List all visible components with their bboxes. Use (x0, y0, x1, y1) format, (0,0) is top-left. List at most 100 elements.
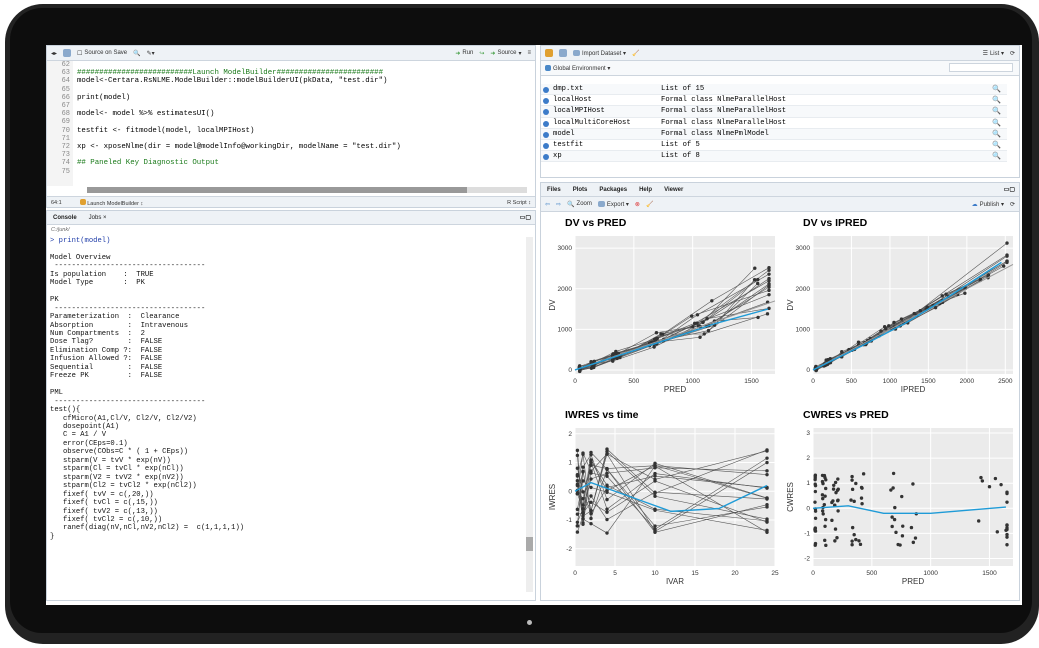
view-icon[interactable]: 🔍 (961, 84, 1001, 94)
env-name[interactable]: testfit (541, 141, 661, 150)
publish-button[interactable]: ☁ Publish ▾ (972, 201, 1004, 208)
console-line: Model Overview (50, 253, 111, 262)
minimize-icon[interactable]: ▭▢ (520, 214, 531, 221)
code-line[interactable] (77, 102, 401, 110)
data-point (824, 486, 828, 491)
code-area[interactable]: 62 63 64 65 66 67 68 69 70 71 72 73 74 75 ###########… (47, 61, 532, 186)
env-name[interactable]: dmp.txt (541, 85, 661, 94)
list-view-button[interactable]: ☰ List ▾ (983, 50, 1004, 57)
env-row[interactable]: model Formal class NlmePmlModel 🔍 (541, 128, 1007, 140)
code-line[interactable] (77, 135, 401, 143)
data-point (820, 473, 825, 478)
env-row[interactable]: xp List of 8 🔍 (541, 151, 1007, 163)
search-icon[interactable]: 🔍 (133, 50, 140, 57)
editor-hscroll[interactable] (87, 187, 527, 193)
console-scrollbar[interactable] (526, 237, 533, 592)
data-point (605, 517, 609, 522)
env-row[interactable]: localMPIHost Formal class NlmeParallelHos… (541, 106, 1007, 118)
view-icon[interactable]: 🔍 (961, 129, 1001, 139)
broom-icon[interactable]: 🧹 (632, 50, 639, 57)
console-line: Elimination Comp ?: FALSE (50, 346, 163, 355)
wand-icon[interactable]: ✎▾ (147, 50, 155, 57)
maximize-icon[interactable]: ▭▢ (1004, 186, 1015, 193)
file-type-selector[interactable]: R Script ↕ (507, 200, 531, 206)
code-line[interactable]: model<-Certara.RsNLME.ModelBuilder::mode… (77, 77, 401, 85)
refresh-plot-icon[interactable]: ⟳ (1010, 201, 1015, 208)
code-line[interactable]: xp <- xposeNlme(dir = model@modelInfo@wo… (77, 143, 401, 151)
data-point (900, 534, 905, 538)
save-icon[interactable] (63, 49, 72, 57)
line-number: 69 (61, 118, 70, 127)
view-icon[interactable]: 🔍 (961, 95, 1001, 105)
console-output[interactable]: > print(model) Model Overview ----------… (50, 237, 244, 541)
code-line[interactable]: ##########################Launch ModelBu… (77, 69, 401, 77)
data-point (605, 467, 609, 471)
data-point (752, 278, 757, 282)
code-line[interactable] (77, 151, 401, 159)
tab-packages[interactable]: Packages (597, 185, 629, 195)
code-line[interactable] (77, 168, 401, 176)
y-tick-label: -2 (804, 555, 810, 562)
line-number: 72 (61, 143, 70, 152)
view-icon[interactable]: 🔍 (961, 140, 1001, 150)
tab-files[interactable]: Files (545, 185, 563, 195)
data-point (653, 474, 657, 478)
view-icon[interactable]: 🔍 (961, 118, 1001, 128)
code-line[interactable]: model<- model %>% estimatesUI() (77, 110, 401, 118)
save-workspace-icon[interactable] (559, 49, 567, 57)
data-point (581, 451, 585, 455)
env-row[interactable]: testfit List of 5 🔍 (541, 140, 1007, 152)
tab-help[interactable]: Help (637, 185, 654, 195)
menu-icon[interactable]: ≡ (527, 50, 531, 56)
env-name[interactable]: localMultiCoreHost (541, 119, 661, 127)
code-line[interactable]: testfit <- fitmodel(model, localMPIHost) (77, 127, 401, 135)
rerun-icon[interactable]: ↪ (479, 50, 484, 57)
import-dataset-button[interactable]: Import Dataset ▾ (573, 50, 626, 57)
tab-viewer[interactable]: Viewer (662, 185, 685, 195)
x-axis-label: PRED (664, 385, 686, 394)
env-row[interactable]: dmp.txt List of 15 🔍 (541, 84, 1007, 96)
code-line[interactable]: print(model) (77, 94, 401, 102)
code-line[interactable] (77, 86, 401, 94)
data-point (589, 471, 593, 475)
scope-selector[interactable]: Launch ModelBuilder ↕ (79, 198, 143, 207)
env-search-input[interactable] (949, 63, 1013, 72)
x-tick-label: 1500 (982, 570, 997, 577)
tab-jobs[interactable]: Jobs × (87, 213, 109, 223)
zoom-button[interactable]: 🔍 Zoom (567, 201, 592, 208)
next-plot-icon[interactable]: ⇨ (556, 201, 561, 208)
global-env-selector[interactable]: Global Environment ▾ (545, 65, 610, 72)
tab-plots[interactable]: Plots (571, 185, 590, 195)
env-name[interactable]: xp (541, 152, 661, 161)
prev-plot-icon[interactable]: ⇦ (545, 201, 550, 208)
data-point (833, 480, 838, 485)
data-point (1005, 526, 1009, 530)
export-button[interactable]: Export ▾ (597, 201, 629, 208)
env-row[interactable]: localHost Formal class NlmeParallelHost 🔍 (541, 95, 1007, 107)
code-line[interactable] (77, 61, 401, 69)
env-name[interactable]: model (541, 130, 661, 138)
env-row[interactable]: localMultiCoreHost Formal class NlmeParal… (541, 118, 1007, 129)
data-point (1005, 490, 1009, 494)
editor-toolbar: ◂▸ ☐ Source on Save 🔍 ✎▾ ➜ Run ↪ ➜ Source ▾… (47, 46, 535, 61)
tab-console[interactable]: Console (51, 213, 79, 223)
clear-plots-icon[interactable]: 🧹 (646, 201, 653, 208)
env-name[interactable]: localHost (541, 96, 661, 105)
view-icon[interactable]: 🔍 (961, 106, 1001, 116)
env-name[interactable]: localMPIHost (541, 107, 661, 116)
data-point (854, 537, 858, 542)
source-on-save-toggle[interactable]: ☐ Source on Save (77, 50, 127, 57)
run-button[interactable]: ➜ Run (455, 50, 473, 57)
refresh-icon[interactable]: ⟳ (1010, 50, 1015, 57)
back-icon[interactable]: ◂▸ (51, 50, 57, 57)
code-lines[interactable]: ##########################Launch ModelBu… (77, 61, 401, 176)
code-line[interactable] (77, 118, 401, 126)
delete-plot-icon[interactable]: ⊗ (635, 201, 640, 208)
data-point (987, 485, 992, 489)
source-button[interactable]: ➜ Source ▾ (490, 50, 521, 57)
code-line[interactable]: ## Paneled Key Diagnostic Output (77, 159, 401, 167)
view-icon[interactable]: 🔍 (961, 151, 1001, 161)
open-icon[interactable] (545, 49, 553, 57)
data-point (850, 478, 854, 482)
data-point (813, 526, 818, 530)
